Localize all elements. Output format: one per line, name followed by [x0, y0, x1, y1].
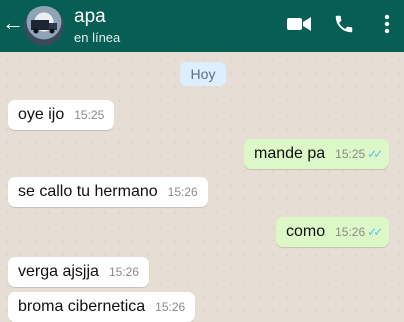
- message-time: 15:26: [108, 265, 139, 279]
- message-text: broma cibernetica: [18, 298, 146, 315]
- truck-image: [31, 20, 57, 34]
- message-bubble[interactable]: oye ijo 15:25: [8, 100, 115, 130]
- message-bubble[interactable]: como 15:26 ✓✓: [276, 217, 390, 247]
- date-badge: Hoy: [180, 62, 226, 86]
- message-bubble[interactable]: mande pa 15:25 ✓✓: [244, 139, 390, 169]
- message-time: 15:25: [74, 108, 105, 122]
- read-receipt-icon: ✓✓: [367, 147, 383, 161]
- message-time: 15:25: [335, 147, 366, 161]
- read-receipt-icon: ✓✓: [367, 225, 383, 239]
- message-text: mande pa: [254, 145, 326, 162]
- phone-icon[interactable]: [333, 13, 355, 40]
- message-time: 15:26: [167, 185, 198, 199]
- chat-header: ← apa en línea: [0, 0, 404, 52]
- message-bubble[interactable]: se callo tu hermano 15:26: [8, 177, 208, 207]
- message-text: se callo tu hermano: [18, 183, 158, 200]
- contact-name[interactable]: apa: [74, 6, 106, 28]
- message-bubble[interactable]: verga ajsjja 15:26: [8, 257, 149, 287]
- message-time: 15:26: [335, 225, 366, 239]
- video-call-icon[interactable]: [287, 16, 311, 37]
- message-text: verga ajsjja: [18, 263, 99, 280]
- message-text: oye ijo: [18, 106, 65, 123]
- contact-status: en línea: [74, 30, 121, 45]
- message-time: 15:26: [155, 300, 186, 314]
- avatar[interactable]: [24, 6, 64, 46]
- message-text: como: [286, 223, 326, 240]
- more-vertical-icon[interactable]: [384, 14, 390, 39]
- back-arrow-icon[interactable]: ←: [2, 12, 24, 34]
- message-bubble[interactable]: broma cibernetica 15:26: [8, 292, 196, 322]
